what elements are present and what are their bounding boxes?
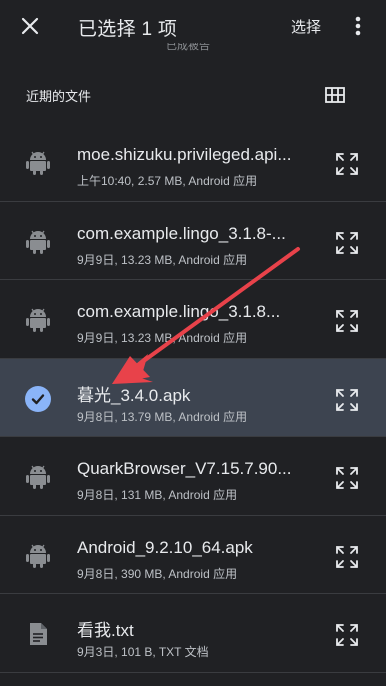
expand-preview-button[interactable] <box>333 386 361 414</box>
file-row[interactable]: 看我.txt 9月3日, 101 B, TXT 文档 <box>0 594 386 673</box>
expand-icon <box>336 231 358 254</box>
android-icon <box>24 306 52 334</box>
file-meta: 9月3日, 101 B, TXT 文档 <box>77 645 209 659</box>
check-circle-icon <box>24 385 52 413</box>
expand-preview-button[interactable] <box>333 229 361 257</box>
file-row-selected[interactable]: 暮光_3.4.0.apk 9月8日, 13.79 MB, Android 应用 <box>0 358 386 437</box>
file-row[interactable]: moe.shizuku.privileged.api... 上午10:40, 2… <box>0 123 386 202</box>
expand-preview-button[interactable] <box>333 621 361 649</box>
obscured-text: 已成被告 <box>166 43 210 52</box>
more-vert-icon <box>355 16 361 36</box>
expand-icon <box>336 388 358 411</box>
file-name: 暮光_3.4.0.apk <box>77 385 191 405</box>
android-icon <box>24 228 52 256</box>
android-icon <box>24 149 52 177</box>
grid-view-button[interactable] <box>322 82 348 108</box>
file-name: Android_9.2.10_64.apk <box>77 537 253 557</box>
recent-files-header: 近期的文件 <box>0 72 386 116</box>
section-title: 近期的文件 <box>26 89 92 104</box>
file-row[interactable]: com.example.lingo_3.1.8-... 9月9日, 13.23 … <box>0 202 386 280</box>
android-icon <box>24 463 52 491</box>
expand-preview-button[interactable] <box>333 543 361 571</box>
selection-title: 已选择 1 项 <box>78 19 178 40</box>
more-options-button[interactable] <box>346 12 370 40</box>
text-document-icon <box>24 620 52 648</box>
expand-icon <box>336 624 358 646</box>
file-meta: 9月9日, 13.23 MB, Android 应用 <box>77 331 248 345</box>
file-meta: 9月8日, 13.79 MB, Android 应用 <box>77 409 248 424</box>
file-row[interactable]: com.example.lingo_3.1.8... 9月9日, 13.23 M… <box>0 280 386 359</box>
select-button[interactable]: 选择 <box>291 16 321 37</box>
file-name: 看我.txt <box>77 621 134 640</box>
file-row[interactable]: Android_9.2.10_64.apk 9月8日, 390 MB, Andr… <box>0 516 386 594</box>
expand-preview-button[interactable] <box>333 464 361 492</box>
expand-preview-button[interactable] <box>333 150 361 178</box>
file-name: moe.shizuku.privileged.api... <box>77 145 292 164</box>
close-button[interactable] <box>14 10 46 42</box>
expand-preview-button[interactable] <box>333 307 361 335</box>
file-row[interactable]: QuarkBrowser_V7.15.7.90... 9月8日, 131 MB,… <box>0 437 386 516</box>
expand-icon <box>336 467 358 489</box>
expand-icon <box>336 545 358 568</box>
file-name: com.example.lingo_3.1.8-... <box>77 223 286 243</box>
file-name: QuarkBrowser_V7.15.7.90... <box>77 459 292 478</box>
file-meta: 9月8日, 390 MB, Android 应用 <box>77 566 238 581</box>
expand-icon <box>336 153 358 175</box>
file-name: com.example.lingo_3.1.8... <box>77 302 281 321</box>
expand-icon <box>336 310 358 332</box>
android-icon <box>24 542 52 570</box>
file-meta: 上午10:40, 2.57 MB, Android 应用 <box>77 174 258 188</box>
grid-view-icon <box>325 87 345 103</box>
close-icon <box>21 17 39 35</box>
file-meta: 9月9日, 13.23 MB, Android 应用 <box>77 252 248 267</box>
file-meta: 9月8日, 131 MB, Android 应用 <box>77 488 238 502</box>
file-list: moe.shizuku.privileged.api... 上午10:40, 2… <box>0 123 386 673</box>
